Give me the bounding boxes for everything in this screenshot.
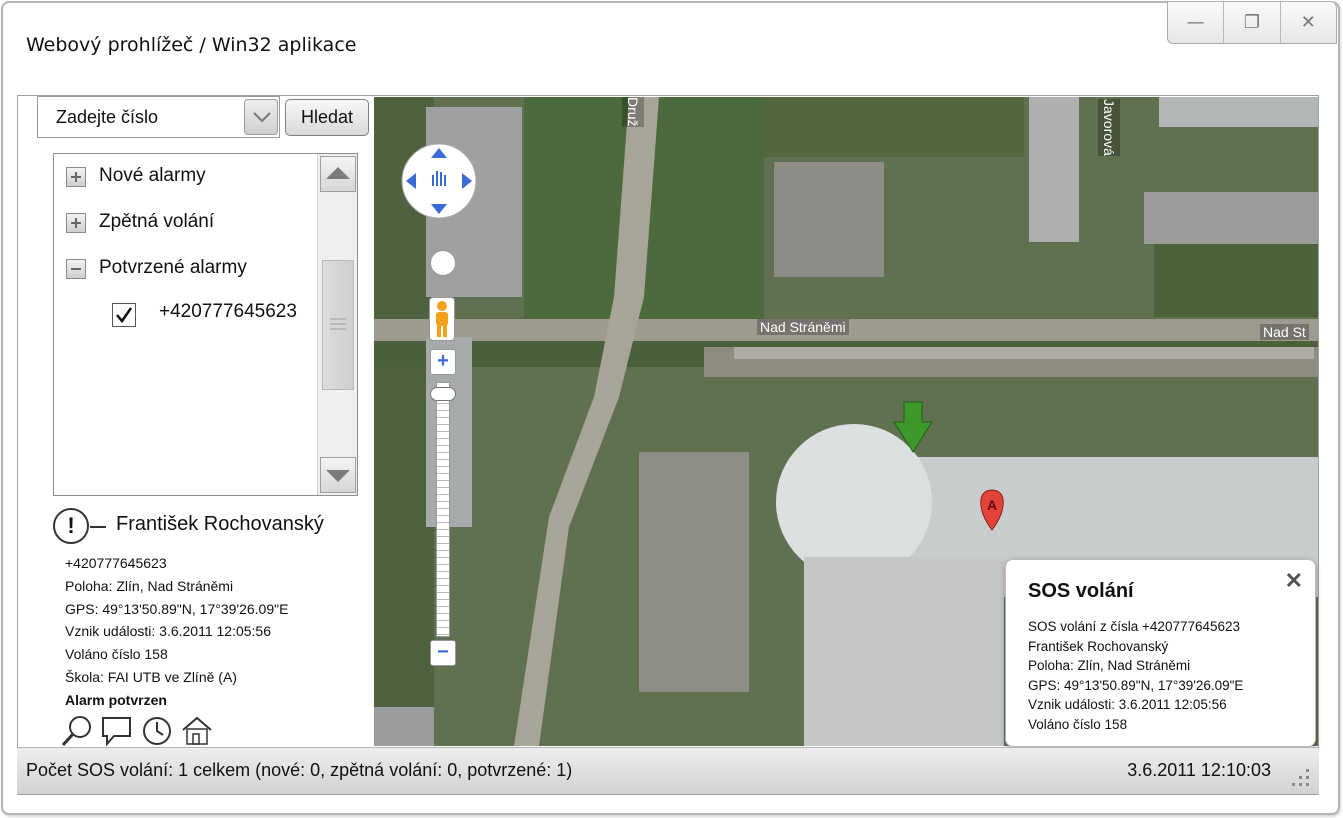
pegman-icon <box>436 301 448 337</box>
detail-location: Poloha: Zlín, Nad Stráněmi <box>65 577 234 594</box>
alert-icon: ! <box>53 508 89 544</box>
street-label: Nad Stráněmi <box>757 319 849 335</box>
alarm-actions <box>60 714 214 748</box>
tree-item-label: +420777645623 <box>159 301 297 322</box>
status-summary: Počet SOS volání: 1 celkem (nové: 0, zpě… <box>26 760 573 780</box>
window-title: Webový prohlížeč / Win32 aplikace <box>26 34 357 56</box>
grip-lines-icon <box>330 318 346 330</box>
collapse-icon[interactable] <box>66 259 86 279</box>
alarm-status: Alarm potvrzen <box>65 691 167 708</box>
info-window-title: SOS volání <box>1028 580 1134 602</box>
arrow-up-icon <box>326 167 350 179</box>
resize-grip-icon[interactable] <box>1289 766 1311 788</box>
scroll-down-button[interactable] <box>320 457 356 493</box>
chevron-down-icon <box>253 112 271 123</box>
tree-scrollbar[interactable] <box>317 154 357 495</box>
tree-item-label: Potvrzené alarmy <box>99 257 247 278</box>
street-label: Nad St <box>1260 324 1309 340</box>
street-label: Javorová <box>1098 99 1120 156</box>
restore-button[interactable]: ❐ <box>1223 2 1279 43</box>
window-controls: — ❐ ✕ <box>1167 2 1337 44</box>
tree-item-label: Nové alarmy <box>99 165 206 186</box>
alarm-details: +420777645623 Poloha: Zlín, Nad Stráněmi… <box>65 552 288 712</box>
info-window: SOS volání ✕ SOS volání z čísla +4207776… <box>1005 559 1316 747</box>
expand-icon[interactable] <box>66 213 86 233</box>
scroll-up-button[interactable] <box>320 156 356 192</box>
detail-school: Škola: FAI UTB ve Zlíně (A) <box>65 668 237 685</box>
detail-gps: GPS: 49°13'50.89"N, 17°39'26.09"E <box>65 600 289 617</box>
zoom-out-button[interactable]: − <box>430 640 456 666</box>
search-button[interactable]: Hledat <box>285 99 369 136</box>
arrow-down-icon <box>326 470 350 482</box>
minimize-button[interactable]: — <box>1168 2 1223 43</box>
alarm-checkbox[interactable] <box>112 303 136 327</box>
connector-line <box>90 526 106 528</box>
home-icon[interactable] <box>180 714 214 748</box>
zoom-in-button[interactable]: + <box>430 349 456 375</box>
close-button[interactable]: ✕ <box>1279 2 1336 43</box>
info-line: Voláno číslo 158 <box>1028 716 1128 732</box>
info-window-body: SOS volání z čísla +420777645623 Františ… <box>1028 617 1243 734</box>
expand-icon[interactable] <box>66 167 86 187</box>
dropdown-button[interactable] <box>244 99 278 135</box>
info-window-close-button[interactable]: ✕ <box>1285 568 1303 594</box>
info-line: František Rochovanský <box>1028 638 1169 654</box>
info-line: SOS volání z čísla +420777645623 <box>1028 619 1241 634</box>
detail-called-number: Voláno číslo 158 <box>65 646 168 663</box>
clock-icon[interactable] <box>140 714 174 748</box>
info-line: Poloha: Zlín, Nad Stráněmi <box>1028 658 1191 673</box>
status-bar: Počet SOS volání: 1 celkem (nové: 0, zpě… <box>17 747 1319 794</box>
search-icon[interactable] <box>60 714 94 748</box>
info-line: Vznik události: 3.6.2011 12:05:56 <box>1028 697 1227 712</box>
alarm-tree: Nové alarmy Zpětná volání Potvrzené alar… <box>53 153 358 496</box>
caller-name: František Rochovanský <box>116 513 324 535</box>
tree-item-label: Zpětná volání <box>99 211 215 232</box>
pan-control[interactable] <box>400 142 478 220</box>
detail-event-time: Vznik události: 3.6.2011 12:05:56 <box>65 623 272 640</box>
street-view-pegman[interactable] <box>429 297 455 341</box>
zoom-slider[interactable] <box>436 382 450 637</box>
detail-phone: +420777645623 <box>65 555 167 571</box>
checkmark-icon <box>116 307 133 324</box>
street-label: Druž <box>622 97 644 127</box>
marker-label: A <box>987 497 997 513</box>
scroll-thumb[interactable] <box>322 260 354 390</box>
number-select[interactable]: Zadejte číslo <box>37 96 280 138</box>
message-icon[interactable] <box>100 714 134 748</box>
number-select-value: Zadejte číslo <box>56 107 159 127</box>
status-datetime: 3.6.2011 12:10:03 <box>1127 760 1271 780</box>
zoom-reset-button[interactable] <box>430 250 456 276</box>
zoom-slider-handle[interactable] <box>430 387 456 401</box>
info-line: GPS: 49°13'50.89"N, 17°39'26.09"E <box>1028 677 1244 693</box>
